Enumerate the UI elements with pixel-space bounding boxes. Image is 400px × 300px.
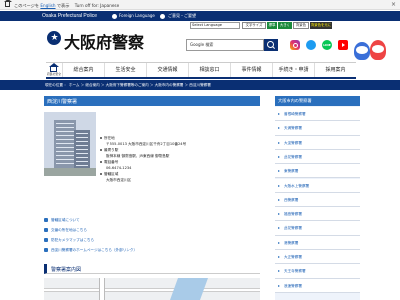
address-label: 所在地 [104, 136, 115, 140]
access-label: 最寄り駅 [104, 148, 119, 152]
text-size-standard-button[interactable]: 標準 [267, 22, 277, 29]
translate-prefix: このページを [14, 2, 40, 8]
nav-home-label: 府民の安全 [47, 72, 61, 76]
link-icon [44, 218, 48, 222]
search-input[interactable]: Google 検索 [186, 39, 264, 51]
map-section-title: 警察署案内図 [51, 267, 82, 273]
close-icon[interactable]: × [391, 1, 396, 8]
station-map[interactable] [44, 278, 260, 300]
bullet-icon [100, 161, 102, 163]
phone-value: 06-6474-1234 [106, 166, 132, 170]
sidebar-item[interactable]: 曽根崎警察署 [275, 107, 360, 122]
access-value: 阪神本線 御幣島駅、JR東西線 御幣島駅 [106, 154, 170, 158]
globe-icon [112, 13, 117, 19]
home-icon[interactable] [4, 0, 12, 7]
top-header-bar: Osaka Prefectural Police Foreign Languag… [0, 11, 400, 21]
link-camera-map[interactable]: 防犯カメラマップはこちら [44, 238, 94, 243]
area-value: 大阪市西淀川区 [106, 178, 132, 182]
nav-item-general[interactable]: 総合案内 [62, 63, 104, 77]
nav-item-safety[interactable]: 生活安全 [104, 63, 146, 77]
mail-icon [160, 13, 165, 19]
phone-label: 電話番号 [104, 160, 119, 164]
map-section-heading: 警察署案内図 [44, 264, 260, 274]
translate-bar: このページを English で表示 Turn off for: Japanes… [0, 0, 400, 10]
sidebar-item[interactable]: 港警察署 [275, 235, 360, 250]
area-label: 管轄区域 [104, 172, 119, 176]
main-nav: 府民の安全 総合案内 生活安全 交通情報 相談窓口 事件情報 手続き・申請 採用… [46, 62, 356, 79]
translate-suffix: で表示 [56, 2, 70, 8]
sidebar-item[interactable]: 浪速警察署 [275, 278, 360, 293]
text-size-large-button[interactable]: 大きく [278, 22, 292, 29]
sidebar-heading-text: 大阪市内の警察署 [278, 98, 312, 103]
sidebar-item[interactable]: 此花警察署 [275, 149, 360, 165]
sidebar-item[interactable]: 天王寺警察署 [275, 264, 360, 279]
sidebar-item[interactable]: 大淀警察署 [275, 135, 360, 150]
link-icon [44, 238, 48, 242]
mascot-image [350, 36, 394, 66]
sidebar-item[interactable]: 此花警察署 [275, 221, 360, 236]
bullet-icon [100, 173, 102, 175]
breadcrumb-text[interactable]: 現在の位置 ： ホーム ＞ 総合案内 ＞ 大阪府下警察署等のご案内 ＞ 大阪市内… [45, 83, 211, 88]
nav-item-recruitment[interactable]: 採用案内 [314, 63, 356, 77]
sidebar-item[interactable]: 東警察署 [275, 164, 360, 179]
breadcrumb: 現在の位置 ： ホーム ＞ 総合案内 ＞ 大阪府下警察署等のご案内 ＞ 大阪市内… [0, 80, 400, 90]
page-title: 西淀川警察署 [47, 99, 78, 105]
page-title-bar: 西淀川警察署 [44, 96, 260, 106]
address-value: 〒555-0013 大阪市西淀川区千舟2丁目10番24号 [106, 142, 187, 146]
twitter-icon[interactable] [306, 40, 316, 50]
sidebar-heading: 大阪市内の警察署 [275, 96, 360, 106]
search-button[interactable] [264, 39, 278, 51]
sidebar-item[interactable]: 大正警察署 [275, 250, 360, 265]
link-koban[interactable]: 交番の所在地はこちら [44, 228, 87, 233]
sidebar-item[interactable]: 大阪水上警察署 [275, 178, 360, 193]
nav-home[interactable]: 府民の安全 [46, 63, 62, 77]
sidebar: 大阪市内の警察署 曽根崎警察署 天満警察署 大淀警察署 此花警察署 東警察署 大… [275, 96, 360, 300]
translate-text: このページを English で表示 Turn off for: Japanes… [14, 3, 119, 9]
org-name: Osaka Prefectural Police [42, 13, 98, 19]
link-jurisdiction[interactable]: 管轄区域について [44, 218, 80, 223]
instagram-icon[interactable] [290, 40, 300, 50]
bullet-icon [100, 137, 102, 139]
bullet-icon [100, 149, 102, 151]
sidebar-item[interactable]: 福島警察署 [275, 207, 360, 222]
background-color-label: 背景色 [293, 22, 309, 29]
nav-item-incidents[interactable]: 事件情報 [230, 63, 272, 77]
language-select[interactable]: Select Language [190, 22, 240, 29]
background-color-button[interactable]: 背景色を元に [310, 22, 332, 29]
link-station-homepage[interactable]: 西淀川警察署のホームページはこちら（外部リンク） [44, 248, 137, 253]
text-size-label: 文字サイズ [242, 22, 266, 29]
sidebar-item[interactable]: 天満警察署 [275, 121, 360, 136]
site-title[interactable]: 大阪府警察 [64, 29, 144, 53]
line-icon[interactable]: LINE [322, 40, 332, 50]
link-icon [44, 228, 48, 232]
contact-link[interactable]: ご意見・ご要望 [168, 13, 196, 19]
foreign-language-link[interactable]: Foreign Language [119, 13, 155, 18]
nav-item-consultation[interactable]: 相談窓口 [188, 63, 230, 77]
police-emblem-icon[interactable] [47, 31, 61, 45]
station-photo [44, 112, 96, 176]
nav-item-procedures[interactable]: 手続き・申請 [272, 63, 314, 77]
nav-item-traffic[interactable]: 交通情報 [146, 63, 188, 77]
translate-language-link[interactable]: English [40, 3, 55, 8]
external-link-icon [44, 248, 48, 252]
youtube-icon[interactable] [338, 40, 348, 50]
sidebar-item[interactable]: 西警察署 [275, 192, 360, 208]
translate-off-link[interactable]: Turn off for: Japanese [75, 3, 119, 8]
